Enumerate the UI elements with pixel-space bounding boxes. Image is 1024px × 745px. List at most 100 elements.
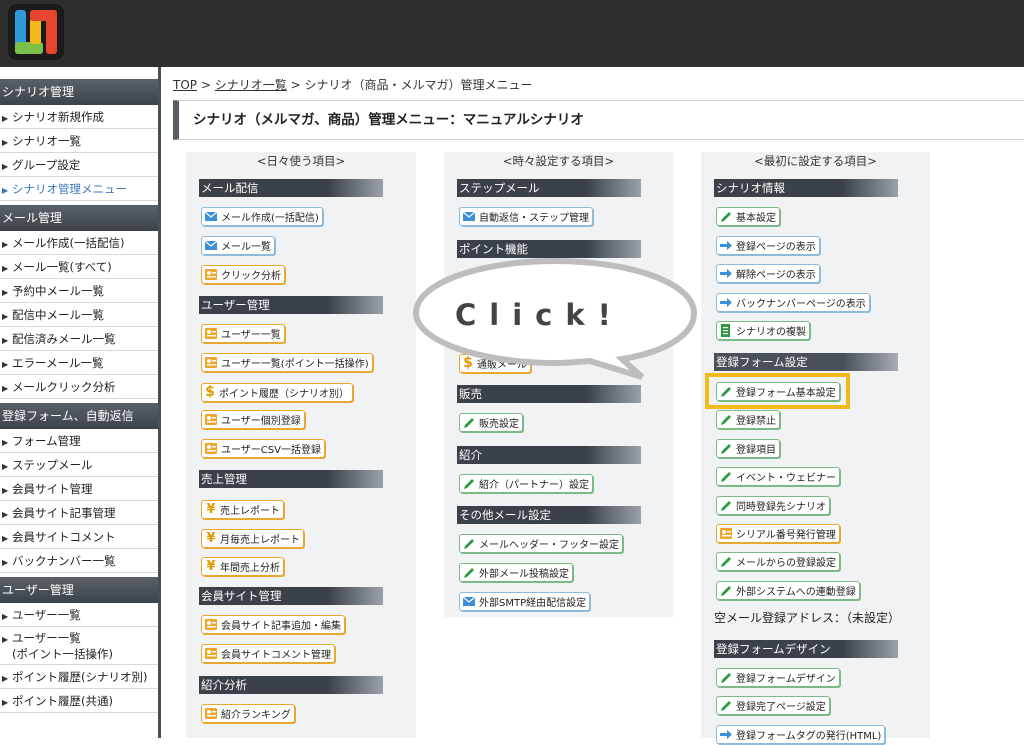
empty-mail-address: 空メール登録アドレス：（未設定） — [714, 611, 901, 625]
triangle-right-icon: ▶ — [2, 264, 9, 273]
triangle-right-icon: ▶ — [2, 288, 9, 297]
sidebar-item-mail-create[interactable]: ▶ メール作成(一括配信) — [0, 231, 158, 255]
basic-setting-button[interactable]: 基本設定 — [716, 207, 780, 226]
mail-icon — [462, 210, 476, 223]
mail-reg-button[interactable]: メールからの登録設定 — [716, 552, 840, 571]
sidebar-item-error-mail[interactable]: ▶ エラーメール一覧 — [0, 351, 158, 375]
reg-page-button[interactable]: 登録ページの表示 — [716, 236, 820, 255]
partner-setting-button[interactable]: 紹介（パートナー）設定 — [459, 474, 593, 493]
mail-icon — [462, 595, 476, 608]
mail-create-button[interactable]: メール作成(一括配信) — [201, 207, 323, 226]
person-card-icon — [204, 442, 218, 455]
category-user-management: ユーザー管理 — [199, 296, 383, 314]
app-logo-icon[interactable] — [8, 4, 64, 60]
cancel-page-button[interactable]: 解除ページの表示 — [716, 264, 820, 283]
monthly-sales-button[interactable]: ¥ 月毎売上レポート — [201, 529, 304, 548]
sidebar-item-form-manage[interactable]: ▶ フォーム管理 — [0, 429, 158, 453]
event-webinar-button[interactable]: イベント・ウェビナー — [716, 467, 840, 486]
sidebar-item-member-article[interactable]: ▶ 会員サイト記事管理 — [0, 501, 158, 525]
click-analysis-button[interactable]: クリック分析 — [201, 265, 285, 284]
auto-reply-button[interactable]: 自動返信・ステップ管理 — [459, 207, 593, 226]
serial-number-button[interactable]: シリアル番号発行管理 — [716, 524, 840, 543]
triangle-right-icon: ▶ — [2, 114, 9, 123]
triangle-right-icon: ▶ — [2, 698, 9, 707]
sidebar-item-reserved-mail[interactable]: ▶ 予約中メール一覧 — [0, 279, 158, 303]
arrow-icon — [719, 728, 733, 741]
triangle-right-icon: ▶ — [2, 462, 9, 471]
pencil-icon — [719, 499, 733, 512]
external-link-button[interactable]: 外部システムへの連動登録 — [716, 581, 860, 600]
user-csv-button[interactable]: ユーザーCSV一括登録 — [201, 439, 325, 458]
user-list-button[interactable]: ユーザー一覧 — [201, 324, 285, 343]
sidebar-item-user-list-point[interactable]: ▶ ユーザー一覧 (ポイント一括操作) — [0, 627, 158, 665]
backnumber-page-button[interactable]: バックナンバーページの表示 — [716, 293, 870, 312]
category-referral: 紹介 — [457, 446, 641, 464]
person-card-icon — [204, 618, 218, 631]
mail-list-button[interactable]: メール一覧 — [201, 236, 275, 255]
user-list-point-button[interactable]: ユーザー一覧(ポイント一括操作) — [201, 353, 373, 372]
pencil-icon — [719, 584, 733, 597]
breadcrumb-top-link[interactable]: TOP — [173, 78, 197, 92]
pencil-icon — [719, 555, 733, 568]
sidebar-item-backnumber[interactable]: ▶ バックナンバー一覧 — [0, 549, 158, 573]
sales-report-button[interactable]: ¥ 売上レポート — [201, 500, 284, 519]
member-comment-button[interactable]: 会員サイトコメント管理 — [201, 644, 335, 663]
form-tag-button[interactable]: 登録フォームタグの発行(HTML) — [716, 725, 886, 744]
triangle-right-icon: ▶ — [2, 486, 9, 495]
header-footer-button[interactable]: メールヘッダー・フッター設定 — [459, 534, 623, 553]
sidebar-item-group[interactable]: ▶ グループ設定 — [0, 153, 158, 177]
sidebar-item-mail-list[interactable]: ▶ メール一覧(すべて) — [0, 255, 158, 279]
triangle-right-icon: ▶ — [2, 674, 9, 683]
sidebar-item-member-comment[interactable]: ▶ 会員サイトコメント — [0, 525, 158, 549]
triangle-right-icon: ▶ — [2, 612, 9, 621]
column-first-header: <最初に設定する項目> — [754, 154, 877, 168]
breadcrumb-scenario-list-link[interactable]: シナリオ一覧 — [215, 78, 287, 92]
breadcrumb-current: シナリオ（商品・メルマガ）管理メニュー — [304, 78, 533, 92]
category-referral-analysis: 紹介分析 — [199, 676, 383, 694]
mail-icon — [204, 210, 218, 223]
reg-ban-button[interactable]: 登録禁止 — [716, 410, 780, 429]
reg-items-button[interactable]: 登録項目 — [716, 439, 780, 458]
form-design-button[interactable]: 登録フォームデザイン — [716, 668, 840, 687]
sidebar-item-new-scenario[interactable]: ▶ シナリオ新規作成 — [0, 105, 158, 129]
sidebar-item-scenario-list[interactable]: ▶ シナリオ一覧 — [0, 129, 158, 153]
person-card-icon — [204, 356, 218, 369]
pencil-icon — [719, 413, 733, 426]
triangle-right-icon: ▶ — [2, 534, 9, 543]
sidebar-item-scenario-menu[interactable]: ▶ シナリオ管理メニュー — [0, 177, 158, 201]
annual-sales-button[interactable]: ¥ 年間売上分析 — [201, 557, 284, 576]
pencil-icon — [462, 416, 476, 429]
user-register-button[interactable]: ユーザー個別登録 — [201, 410, 305, 429]
simul-reg-button[interactable]: 同時登録先シナリオ — [716, 496, 830, 515]
point-history-button[interactable]: $ ポイント履歴（シナリオ別） — [201, 382, 353, 402]
external-post-button[interactable]: 外部メール投稿設定 — [459, 563, 573, 582]
sidebar-item-sending-mail[interactable]: ▶ 配信中メール一覧 — [0, 303, 158, 327]
triangle-right-icon: ▶ — [2, 510, 9, 519]
sidebar-item-mail-click[interactable]: ▶ メールクリック分析 — [0, 375, 158, 399]
person-card-icon — [204, 327, 218, 340]
member-article-button[interactable]: 会員サイト記事追加・編集 — [201, 615, 345, 634]
sidebar-item-sent-mail[interactable]: ▶ 配信済みメール一覧 — [0, 327, 158, 351]
sidebar-item-point-history-common[interactable]: ▶ ポイント履歴(共通) — [0, 689, 158, 713]
sidebar-item-step-mail[interactable]: ▶ ステップメール — [0, 453, 158, 477]
smtp-button[interactable]: 外部SMTP経由配信設定 — [459, 592, 591, 611]
person-card-icon — [719, 527, 733, 540]
category-member-site: 会員サイト管理 — [199, 587, 383, 605]
complete-page-button[interactable]: 登録完了ページ設定 — [716, 696, 830, 715]
arrow-icon — [719, 239, 733, 252]
sales-setting-button[interactable]: 販売設定 — [459, 413, 523, 432]
sidebar-item-user-list[interactable]: ▶ ユーザー一覧 — [0, 603, 158, 627]
document-icon — [719, 324, 733, 337]
sidebar-item-member-site[interactable]: ▶ 会員サイト管理 — [0, 477, 158, 501]
referral-ranking-button[interactable]: 紹介ランキング — [201, 704, 295, 723]
triangle-right-icon: ▶ — [2, 558, 9, 567]
duplicate-button[interactable]: シナリオの複製 — [716, 321, 810, 340]
person-card-icon — [204, 268, 218, 281]
pencil-icon — [719, 442, 733, 455]
pencil-icon — [719, 671, 733, 684]
triangle-right-icon: ▶ — [2, 360, 9, 369]
sidebar-item-point-history[interactable]: ▶ ポイント履歴(シナリオ別) — [0, 665, 158, 689]
category-form-design: 登録フォームデザイン — [714, 640, 898, 658]
pencil-icon — [719, 470, 733, 483]
sidebar-section-form: 登録フォーム、自動返信 — [0, 403, 158, 429]
